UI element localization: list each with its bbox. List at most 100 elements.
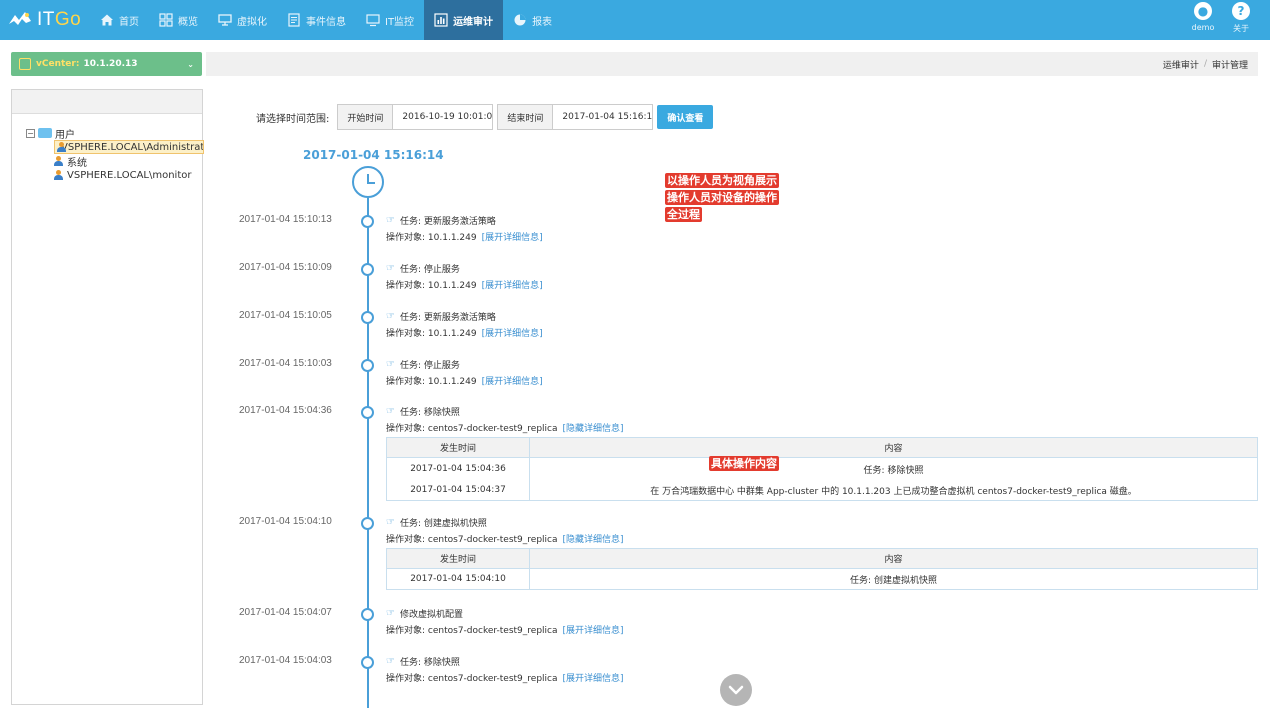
hide-details-link[interactable]: [隐藏详细信息] xyxy=(563,424,624,434)
timeline-dot xyxy=(361,656,374,669)
nav-home-label: 首页 xyxy=(119,16,139,28)
tree-node-label: VSPHERE.LOCAL\Administrator xyxy=(61,141,204,153)
thumbs-up-icon: ☞ xyxy=(386,517,395,528)
expand-details-link[interactable]: [展开详细信息] xyxy=(482,377,543,387)
logo[interactable]: ITGo xyxy=(6,6,81,34)
nav-events[interactable]: 事件信息 xyxy=(277,0,356,40)
vcenter-label: vCenter: xyxy=(36,59,80,69)
expand-details-link[interactable]: [展开详细信息] xyxy=(482,329,543,339)
server-icon xyxy=(218,13,232,27)
nav-reports[interactable]: 报表 xyxy=(503,0,562,40)
breadcrumb-item-audit-manage: 审计管理 xyxy=(1211,60,1248,71)
tree-panel-header xyxy=(12,90,202,114)
target-prefix: 操作对象: xyxy=(386,377,426,387)
vcenter-value: 10.1.20.13 xyxy=(83,59,138,69)
user-area: ● demo ? 关于 xyxy=(1184,2,1260,34)
tree-node-users[interactable]: − 用户 xyxy=(26,126,204,141)
column-header-time: 发生时间 xyxy=(387,438,530,457)
detail-content: 在 万合鸿瑞数据中心 中群集 App-cluster 中的 10.1.1.203… xyxy=(650,486,1137,497)
entry-task: 任务: 停止服务 xyxy=(399,265,460,275)
target-prefix: 操作对象: xyxy=(386,329,426,339)
entry-time: 2017-01-04 15:04:36 xyxy=(239,405,332,416)
about-label: 关于 xyxy=(1233,24,1249,33)
nav-it-monitor[interactable]: IT监控 xyxy=(356,0,424,40)
entry-time: 2017-01-04 15:04:07 xyxy=(239,607,332,618)
expand-details-link[interactable]: [展开详细信息] xyxy=(563,626,624,636)
tree-node-administrator[interactable]: VSPHERE.LOCAL\Administrator xyxy=(54,140,204,154)
entry-target: centos7-docker-test9_replica xyxy=(427,535,558,545)
detail-content: 任务: 移除快照 xyxy=(863,465,924,476)
user-menu-button[interactable]: ● demo xyxy=(1184,2,1222,34)
confirm-view-button[interactable]: 确认查看 xyxy=(657,105,714,129)
column-header-time: 发生时间 xyxy=(387,549,530,568)
thumbs-up-icon: ☞ xyxy=(386,215,395,226)
thumbs-up-icon: ☞ xyxy=(386,608,395,619)
entry-task: 修改虚拟机配置 xyxy=(399,610,463,620)
nav-audit[interactable]: 运维审计 xyxy=(424,0,504,40)
user-tree: − 用户 VSPHERE.LOCAL\Administrator 系统 VSPH… xyxy=(26,126,204,182)
table-row: 2017-01-04 15:04:37 在 万合鸿瑞数据中心 中群集 App-c… xyxy=(387,480,1257,500)
tree-node-label: 系统 xyxy=(67,157,87,169)
breadcrumb-separator: / xyxy=(1203,59,1207,69)
detail-table: 发生时间 内容 2017-01-04 15:04:36 任务: 移除快照 201… xyxy=(386,437,1258,501)
thumbs-up-icon: ☞ xyxy=(386,359,395,370)
breadcrumb-item-audit[interactable]: 运维审计 xyxy=(1163,58,1199,71)
nav-overview[interactable]: 概览 xyxy=(149,0,208,40)
target-prefix: 操作对象: xyxy=(386,626,426,636)
entry-task: 任务: 创建虚拟机快照 xyxy=(399,519,487,529)
user-name: demo xyxy=(1191,23,1215,32)
about-button[interactable]: ? 关于 xyxy=(1222,2,1260,34)
pie-icon xyxy=(513,13,527,27)
expand-details-link[interactable]: [展开详细信息] xyxy=(563,674,624,684)
detail-time: 2017-01-04 15:04:36 xyxy=(387,458,530,480)
user-tree-panel: − 用户 VSPHERE.LOCAL\Administrator 系统 VSPH… xyxy=(11,89,204,705)
annotation-note-1: 以操作人员为视角展示 操作人员对设备的操作 全过程 xyxy=(665,173,779,222)
target-prefix: 操作对象: xyxy=(386,281,426,291)
entry-target: 10.1.1.249 xyxy=(427,377,477,387)
nav-reports-label: 报表 xyxy=(532,16,553,28)
entry-target: centos7-docker-test9_replica xyxy=(427,626,558,636)
time-range-label: 请选择时间范围: xyxy=(256,113,330,125)
chevron-down-icon xyxy=(728,685,744,695)
expand-details-link[interactable]: [展开详细信息] xyxy=(482,281,543,291)
entry-time: 2017-01-04 15:10:03 xyxy=(239,358,332,369)
timeline-dot xyxy=(361,608,374,621)
timeline-dot xyxy=(361,263,374,276)
column-header-content: 内容 xyxy=(884,555,903,565)
table-row: 2017-01-04 15:04:10 任务: 创建虚拟机快照 xyxy=(387,569,1257,589)
nav-home[interactable]: 首页 xyxy=(90,0,149,40)
annotation-line: 操作人员对设备的操作 xyxy=(665,190,779,205)
nav-it-monitor-label: IT监控 xyxy=(385,16,415,28)
end-time-input[interactable]: 2017-01-04 15:16:14 xyxy=(553,104,654,130)
clock-icon xyxy=(352,166,384,198)
detail-time: 2017-01-04 15:04:10 xyxy=(387,569,530,589)
main-nav: 首页 概览 虚拟化 事件信息 IT监控 运维审计 报表 xyxy=(90,0,562,40)
monitor-icon xyxy=(366,13,380,27)
vcenter-selector[interactable]: vCenter: 10.1.20.13 ⌄ xyxy=(11,52,202,76)
chevron-down-icon: ⌄ xyxy=(187,59,194,69)
detail-table-header: 发生时间 内容 xyxy=(387,438,1257,458)
expand-details-link[interactable]: [展开详细信息] xyxy=(482,233,543,243)
detail-time: 2017-01-04 15:04:37 xyxy=(387,480,530,500)
tree-node-monitor[interactable]: VSPHERE.LOCAL\monitor xyxy=(26,168,204,182)
entry-target: 10.1.1.249 xyxy=(427,281,477,291)
table-row: 2017-01-04 15:04:36 任务: 移除快照 xyxy=(387,458,1257,480)
start-time-input[interactable]: 2016-10-19 10:01:00 xyxy=(393,104,494,130)
tree-node-label: VSPHERE.LOCAL\monitor xyxy=(67,169,192,181)
hide-details-link[interactable]: [隐藏详细信息] xyxy=(563,535,624,545)
detail-table-header: 发生时间 内容 xyxy=(387,549,1257,569)
user-icon xyxy=(54,156,63,166)
collapse-icon[interactable]: − xyxy=(26,128,35,138)
target-prefix: 操作对象: xyxy=(386,424,426,434)
nav-events-label: 事件信息 xyxy=(306,16,346,28)
entry-time: 2017-01-04 15:10:13 xyxy=(239,214,332,225)
nav-virtualization[interactable]: 虚拟化 xyxy=(208,0,277,40)
folder-icon xyxy=(38,128,52,138)
annotation-line: 以操作人员为视角展示 xyxy=(665,173,779,188)
scroll-down-button[interactable] xyxy=(720,674,752,706)
tree-node-system[interactable]: 系统 xyxy=(26,154,204,169)
help-icon: ? xyxy=(1232,2,1250,20)
entry-task: 任务: 移除快照 xyxy=(399,408,460,418)
entry-target: 10.1.1.249 xyxy=(427,233,477,243)
target-prefix: 操作对象: xyxy=(386,535,426,545)
